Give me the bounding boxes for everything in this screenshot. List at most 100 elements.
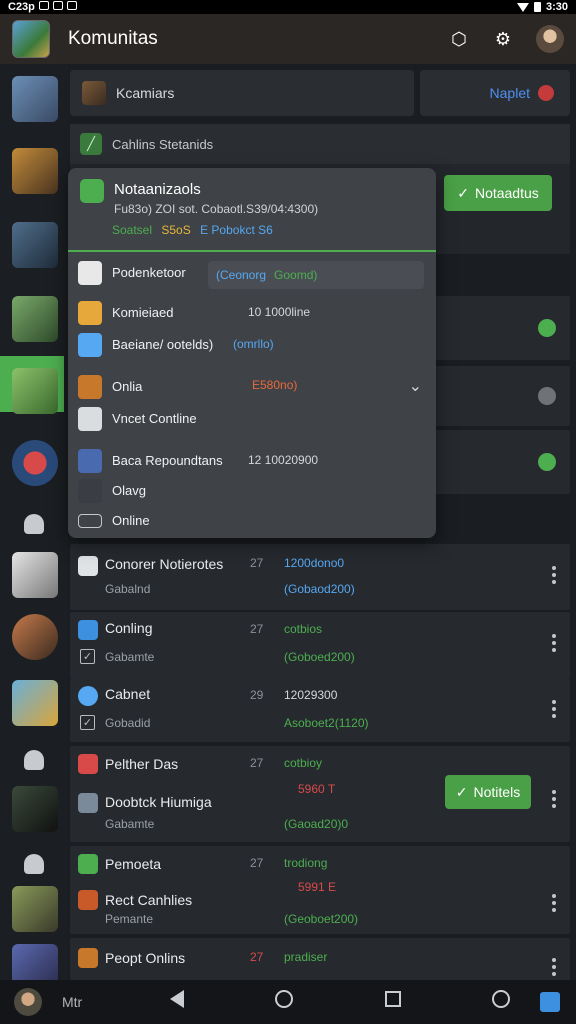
pin-icon[interactable] xyxy=(538,387,556,405)
server-icon[interactable] xyxy=(12,440,58,486)
top-tab-right-label: Naplet xyxy=(489,85,530,101)
settings-icon[interactable]: ⚙ xyxy=(492,28,514,50)
dropdown-item[interactable]: Olavg xyxy=(68,476,436,506)
dropdown-item[interactable]: Podenketoor (Ceonorg Goomd) xyxy=(68,258,436,289)
list-item-title: Cabnet xyxy=(105,686,151,702)
ghost-icon[interactable] xyxy=(24,514,44,534)
notifications-button-label: Notaadtus xyxy=(474,185,539,201)
ghost-icon[interactable] xyxy=(24,854,44,874)
list-item[interactable]: ✓ Cabnet Gobadid 29 12029300 Asoboet2(11… xyxy=(70,678,570,742)
dropdown-meta-right: E Pobokct S6 xyxy=(200,223,273,237)
top-tab-right[interactable]: Naplet xyxy=(420,70,570,116)
list-item-subtitle: Gabalnd xyxy=(105,582,151,596)
server-icon[interactable] xyxy=(12,786,58,832)
list-item-title: Rect Canhlies xyxy=(105,892,193,908)
server-icon[interactable] xyxy=(12,148,58,194)
chat-icon[interactable] xyxy=(538,319,556,337)
checkbox[interactable]: ✓ xyxy=(80,649,95,664)
list-item-value: trodiong xyxy=(284,856,328,870)
pen-icon xyxy=(78,620,98,640)
list-item[interactable]: ✓ Conling Gabamte 27 cotbios (Goboed200) xyxy=(70,612,570,678)
list-item-value: 12029300 xyxy=(284,688,338,702)
dropdown-item-label: Baca Repoundtans xyxy=(112,453,223,468)
more-icon[interactable] xyxy=(552,894,556,912)
dropdown-item[interactable]: Vncet Contline xyxy=(68,404,436,434)
more-icon[interactable] xyxy=(552,958,556,976)
dropdown-item[interactable]: Online xyxy=(68,506,436,536)
server-icon[interactable] xyxy=(12,614,58,660)
server-rail xyxy=(0,64,68,990)
share-icon[interactable]: ⬡ xyxy=(448,28,470,50)
dropdown-item[interactable]: Baca Repoundtans 12 10020900 xyxy=(68,446,436,476)
dropdown-subtitle: Fu83o) ZOI sot. Cobaotl.S39/04:4300) xyxy=(114,202,319,216)
avatar xyxy=(78,301,102,325)
server-icon[interactable] xyxy=(12,368,58,414)
profile-avatar[interactable] xyxy=(536,25,564,53)
back-icon[interactable] xyxy=(170,990,184,1008)
wifi-icon xyxy=(516,2,529,12)
dropdown-meta: Soatsel S5oS E Pobokct S6 xyxy=(112,223,273,237)
server-icon[interactable] xyxy=(12,222,58,268)
section-header-label: Cahlins Stetanids xyxy=(112,136,214,152)
gallery-icon xyxy=(78,948,98,968)
more-icon[interactable] xyxy=(552,790,556,808)
server-icon[interactable] xyxy=(12,552,58,598)
dropdown-item-value: E580no) xyxy=(252,378,298,392)
top-tab-left[interactable]: Kcamiars xyxy=(70,70,414,116)
chevron-down-icon[interactable]: ⌄ xyxy=(409,376,422,396)
avatar xyxy=(78,407,102,431)
list-item-title: Pemoeta xyxy=(105,856,162,872)
more-icon[interactable] xyxy=(552,700,556,718)
edit-icon: ╱ xyxy=(80,133,102,155)
list-item-value-secondary: (Geoboet200) xyxy=(284,912,359,926)
avatar xyxy=(78,333,102,357)
server-icon-active[interactable] xyxy=(12,296,58,342)
dropdown-item-label: Komieiaed xyxy=(112,305,174,320)
list-item[interactable]: Pemoeta 27 trodiong Rect Canhlies Pemant… xyxy=(70,846,570,934)
list-item-title: Peopt Onlins xyxy=(105,950,186,966)
server-icon[interactable] xyxy=(12,886,58,932)
dropdown-item-link[interactable]: (omrllo) xyxy=(233,337,274,351)
dropdown-item-label: Onlia xyxy=(112,379,143,394)
list-item[interactable]: Conorer Notierotes Gabalnd 27 1200dono0 … xyxy=(70,544,570,610)
dropdown-item-label: Online xyxy=(112,513,150,528)
home-icon[interactable] xyxy=(275,990,294,1008)
avatar xyxy=(78,261,102,285)
notifications-button[interactable]: ✓ Notaadtus xyxy=(444,175,552,211)
notifications-button-label: Notitels xyxy=(473,784,521,800)
server-icon[interactable] xyxy=(12,76,58,122)
compose-icon[interactable] xyxy=(540,992,560,1012)
gallery-icon xyxy=(78,793,98,813)
user-avatar[interactable] xyxy=(14,988,42,1016)
dropdown-item[interactable]: Baeiane/ ootelds) (omrllo) xyxy=(68,330,436,360)
dropdown-item-stat: 10 1000line xyxy=(248,305,311,319)
ghost-icon[interactable] xyxy=(24,750,44,770)
app-logo[interactable] xyxy=(12,20,50,58)
status-pill[interactable]: (Ceonorg Goomd) xyxy=(208,261,424,289)
dropdown-item[interactable]: Onlia E580no) ⌄ xyxy=(68,372,436,402)
notifications-button[interactable]: ✓ Notitels xyxy=(445,775,531,809)
dropdown-item-stat: 12 10020900 xyxy=(248,453,319,467)
list-item-title: Conling xyxy=(105,620,153,636)
chat-icon[interactable] xyxy=(538,453,556,471)
avatar xyxy=(78,449,102,473)
more-icon[interactable] xyxy=(552,566,556,584)
list-item-value: pradiser xyxy=(284,950,328,964)
list-item-count: 29 xyxy=(250,688,264,702)
dropdown-item[interactable]: Komieiaed 10 1000line xyxy=(68,298,436,328)
checkbox[interactable]: ✓ xyxy=(80,715,95,730)
recents-icon[interactable] xyxy=(384,991,401,1007)
more-icon[interactable] xyxy=(552,634,556,652)
channel-thumbnail xyxy=(82,81,106,105)
list-item[interactable]: Peopt Onlins 27 pradiser xyxy=(70,938,570,980)
alert-icon xyxy=(538,85,554,101)
section-header[interactable]: ╱ Cahlins Stetanids xyxy=(70,124,570,164)
list-item-value: cotbioy xyxy=(284,756,323,770)
online-icon xyxy=(78,514,102,528)
list-item-title: Pelther Das xyxy=(105,756,179,772)
dropdown-item-label: Baeiane/ ootelds) xyxy=(112,337,214,352)
list-item-count: 27 xyxy=(250,556,264,570)
list-item-subtitle: Gabamte xyxy=(105,817,155,831)
server-icon[interactable] xyxy=(12,680,58,726)
search-icon[interactable] xyxy=(491,990,510,1008)
